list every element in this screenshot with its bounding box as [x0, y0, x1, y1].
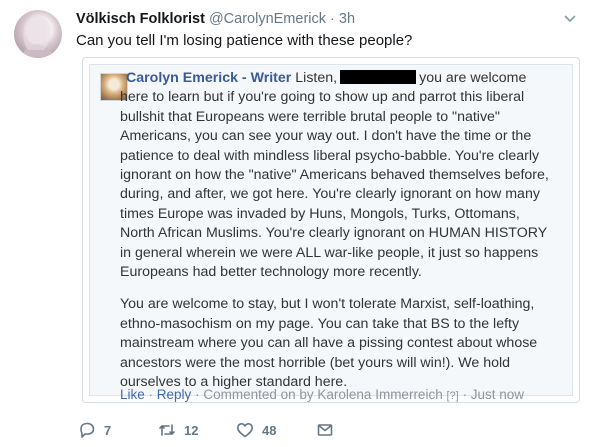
- direct-message-button[interactable]: [316, 421, 342, 439]
- like-button[interactable]: 48: [236, 421, 276, 439]
- reply-count: 7: [104, 422, 112, 438]
- header-separator: ·: [330, 11, 335, 27]
- comment-meta: Like · Reply · Commented on by Karolena …: [120, 387, 524, 402]
- tweet-header: Völkisch Folklorist @CarolynEmerick · 3h: [76, 11, 355, 27]
- tweet-card: Völkisch Folklorist @CarolynEmerick · 3h…: [0, 0, 593, 447]
- commented-on-text: Commented on by Karolena Immerreich: [203, 387, 443, 402]
- retweet-button[interactable]: 12: [158, 421, 198, 439]
- comment-background: Carolyn Emerick - Writer Listen, you are …: [89, 64, 573, 402]
- reply-link[interactable]: Reply: [157, 387, 192, 402]
- heart-icon: [237, 423, 253, 438]
- like-link[interactable]: Like: [120, 387, 145, 402]
- comment-body: Carolyn Emerick - Writer Listen, you are …: [120, 69, 556, 393]
- help-link[interactable]: [?]: [446, 390, 458, 402]
- meta-separator: ·: [195, 387, 200, 402]
- like-count: 48: [262, 422, 277, 438]
- tweet-timestamp[interactable]: 3h: [339, 11, 355, 27]
- tweet-text: Can you tell I'm losing patience with th…: [76, 32, 413, 49]
- user-handle[interactable]: @CarolynEmerick: [209, 11, 326, 27]
- comment-lead: Listen,: [295, 70, 338, 86]
- comment-paragraph-1-text: you are welcome here to learn but if you…: [120, 70, 549, 281]
- comment-timestamp[interactable]: Just now: [471, 387, 524, 402]
- comment-author[interactable]: Carolyn Emerick - Writer: [126, 70, 291, 86]
- comment-paragraph-2: You are welcome to stay, but I won't tol…: [120, 296, 538, 391]
- embedded-comment[interactable]: Carolyn Emerick - Writer Listen, you are …: [82, 57, 580, 403]
- reply-button[interactable]: 7: [78, 421, 111, 439]
- reply-icon: [80, 422, 95, 438]
- envelope-icon: [317, 424, 333, 436]
- display-name[interactable]: Völkisch Folklorist: [76, 11, 205, 27]
- retweet-icon: [159, 424, 175, 436]
- tweet-actions: 7 12 48: [76, 421, 416, 441]
- user-avatar[interactable]: [14, 10, 62, 58]
- meta-separator: ·: [462, 387, 467, 402]
- comment-paragraph-1: Carolyn Emerick - Writer Listen, you are …: [120, 69, 556, 282]
- redacted-name: [340, 70, 417, 84]
- retweet-count: 12: [184, 422, 199, 438]
- meta-separator: ·: [148, 387, 154, 402]
- chevron-down-icon[interactable]: [563, 11, 577, 25]
